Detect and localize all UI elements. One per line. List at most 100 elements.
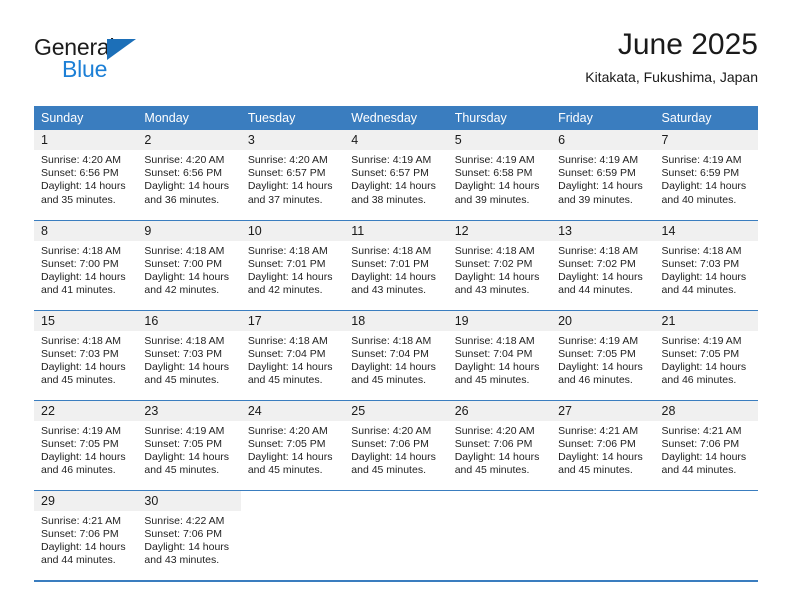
day-details: Sunrise: 4:18 AM Sunset: 7:04 PM Daylight:… [241,331,344,388]
day-cell-inner: 24 Sunrise: 4:20 AM Sunset: 7:05 PM Dayligh… [240,400,345,490]
calendar-day-cell[interactable]: 29 Sunrise: 4:21 AM Sunset: 7:06 PM Dayligh… [34,489,138,580]
calendar-day-cell[interactable]: 13 Sunrise: 4:18 AM Sunset: 7:02 PM Dayligh… [551,219,655,310]
calendar-day-cell[interactable]: 8 Sunrise: 4:18 AM Sunset: 7:00 PM Daylight… [34,219,138,310]
day-details [551,511,654,515]
day-detail-daylight-line2: and 45 minutes. [144,374,220,387]
day-details: Sunrise: 4:19 AM Sunset: 7:05 PM Daylight:… [137,421,240,478]
day-cell-inner: 17 Sunrise: 4:18 AM Sunset: 7:04 PM Dayligh… [240,310,345,400]
day-number: 25 [344,400,448,421]
day-detail-daylight-line2: and 46 minutes. [41,464,116,477]
day-detail-daylight-line1: Daylight: 14 hours [41,540,126,553]
day-number: 20 [551,310,655,331]
day-number: 24 [240,400,345,421]
day-number: 12 [447,220,552,241]
calendar-day-cell[interactable]: 28 Sunrise: 4:21 AM Sunset: 7:06 PM Dayligh… [654,399,758,490]
day-detail-daylight-line1: Daylight: 14 hours [661,180,747,193]
day-detail-sunrise: Sunrise: 4:18 AM [144,244,225,257]
calendar-day-cell[interactable]: 10 Sunrise: 4:18 AM Sunset: 7:01 PM Dayligh… [240,219,345,310]
day-cell-inner: 11 Sunrise: 4:18 AM Sunset: 7:01 PM Dayligh… [344,220,448,310]
day-cell-inner: 7 Sunrise: 4:19 AM Sunset: 6:59 PM Daylight… [654,130,758,220]
calendar-day-cell[interactable]: 26 Sunrise: 4:20 AM Sunset: 7:06 PM Dayligh… [447,399,552,490]
calendar-day-cell[interactable]: 9 Sunrise: 4:18 AM Sunset: 7:00 PM Daylight… [137,219,241,310]
day-detail-sunrise: Sunrise: 4:19 AM [661,334,742,347]
day-details: Sunrise: 4:18 AM Sunset: 7:01 PM Daylight:… [344,241,447,298]
day-details: Sunrise: 4:19 AM Sunset: 6:59 PM Daylight:… [551,150,654,207]
day-detail-daylight-line2: and 45 minutes. [351,374,426,387]
day-detail-daylight-line1: Daylight: 14 hours [144,180,230,193]
day-detail-daylight-line1: Daylight: 14 hours [41,450,126,463]
calendar-day-cell[interactable]: 6 Sunrise: 4:19 AM Sunset: 6:59 PM Daylight… [551,130,655,220]
day-detail-sunrise: Sunrise: 4:18 AM [454,244,535,257]
calendar-day-cell[interactable]: 18 Sunrise: 4:18 AM Sunset: 7:04 PM Dayligh… [344,309,448,400]
calendar-day-cell[interactable]: 27 Sunrise: 4:21 AM Sunset: 7:06 PM Dayligh… [551,399,655,490]
day-cell-inner: 12 Sunrise: 4:18 AM Sunset: 7:02 PM Dayligh… [447,220,552,310]
day-details: Sunrise: 4:20 AM Sunset: 6:56 PM Daylight:… [137,150,240,207]
day-cell-inner: 10 Sunrise: 4:18 AM Sunset: 7:01 PM Dayligh… [240,220,345,310]
day-detail-daylight-line2: and 44 minutes. [41,554,116,567]
calendar-week-row: 15 Sunrise: 4:18 AM Sunset: 7:03 PM Dayligh… [34,309,758,400]
calendar-day-cell[interactable]: 4 Sunrise: 4:19 AM Sunset: 6:57 PM Daylight… [344,130,448,220]
calendar-day-cell[interactable]: 25 Sunrise: 4:20 AM Sunset: 7:06 PM Dayligh… [344,399,448,490]
calendar-day-cell[interactable]: 11 Sunrise: 4:18 AM Sunset: 7:01 PM Dayligh… [344,219,448,310]
day-detail-daylight-line1: Daylight: 14 hours [558,450,643,463]
day-number: 21 [654,310,758,331]
day-number: 7 [654,130,758,150]
day-details: Sunrise: 4:20 AM Sunset: 7:06 PM Daylight:… [448,421,551,478]
calendar-day-cell[interactable]: 3 Sunrise: 4:20 AM Sunset: 6:57 PM Daylight… [240,130,345,220]
calendar-week-row: 29 Sunrise: 4:21 AM Sunset: 7:06 PM Dayligh… [34,489,758,581]
day-detail-sunset: Sunset: 7:03 PM [144,347,223,360]
calendar-day-cell[interactable]: 22 Sunrise: 4:19 AM Sunset: 7:05 PM Dayligh… [34,399,138,490]
day-details: Sunrise: 4:18 AM Sunset: 7:00 PM Daylight:… [137,241,240,298]
day-detail-daylight-line1: Daylight: 14 hours [41,270,126,283]
day-detail-daylight-line2: and 44 minutes. [661,284,737,297]
calendar-day-cell[interactable]: 30 Sunrise: 4:22 AM Sunset: 7:06 PM Dayligh… [137,489,241,580]
calendar-day-cell[interactable]: 20 Sunrise: 4:19 AM Sunset: 7:05 PM Dayligh… [551,309,655,400]
day-cell-inner: 1 Sunrise: 4:20 AM Sunset: 6:56 PM Daylight… [34,130,138,220]
day-detail-daylight-line1: Daylight: 14 hours [558,360,643,373]
day-detail-daylight-line1: Daylight: 14 hours [144,270,230,283]
calendar-day-cell[interactable]: 19 Sunrise: 4:18 AM Sunset: 7:04 PM Dayligh… [447,309,552,400]
calendar-day-cell[interactable]: 17 Sunrise: 4:18 AM Sunset: 7:04 PM Dayligh… [240,309,345,400]
calendar-day-cell[interactable]: 23 Sunrise: 4:19 AM Sunset: 7:05 PM Dayligh… [137,399,241,490]
calendar-day-cell[interactable]: 24 Sunrise: 4:20 AM Sunset: 7:05 PM Dayligh… [240,399,345,490]
day-number: 4 [344,130,448,150]
day-cell-inner: 8 Sunrise: 4:18 AM Sunset: 7:00 PM Daylight… [34,220,138,310]
day-detail-sunrise: Sunrise: 4:18 AM [351,244,432,257]
day-detail-daylight-line2: and 39 minutes. [454,193,530,206]
day-number: 2 [137,130,241,150]
day-detail-daylight-line1: Daylight: 14 hours [661,270,747,283]
day-detail-daylight-line1: Daylight: 14 hours [351,270,436,283]
calendar-day-cell[interactable]: 5 Sunrise: 4:19 AM Sunset: 6:58 PM Daylight… [447,130,552,220]
day-details: Sunrise: 4:19 AM Sunset: 6:58 PM Daylight:… [448,150,551,207]
day-cell-inner [344,491,447,581]
day-detail-sunrise: Sunrise: 4:19 AM [454,154,535,166]
day-cell-inner: 3 Sunrise: 4:20 AM Sunset: 6:57 PM Daylight… [240,130,345,220]
calendar-day-cell[interactable]: 1 Sunrise: 4:20 AM Sunset: 6:56 PM Daylight… [34,130,138,220]
calendar-day-cell[interactable]: 14 Sunrise: 4:18 AM Sunset: 7:03 PM Dayligh… [654,219,758,310]
day-detail-sunrise: Sunrise: 4:18 AM [144,334,225,347]
day-details [241,511,344,515]
day-detail-sunrise: Sunrise: 4:21 AM [661,424,742,437]
day-cell-inner: 20 Sunrise: 4:19 AM Sunset: 7:05 PM Dayligh… [551,310,655,400]
day-detail-sunset: Sunset: 7:03 PM [661,257,740,270]
page-subtitle: Kitakata, Fukushima, Japan [585,69,758,85]
day-details: Sunrise: 4:18 AM Sunset: 7:01 PM Daylight:… [241,241,344,298]
day-cell-inner: 22 Sunrise: 4:19 AM Sunset: 7:05 PM Dayligh… [34,400,138,490]
day-detail-daylight-line1: Daylight: 14 hours [41,360,126,373]
day-number: 30 [137,490,241,511]
day-detail-sunrise: Sunrise: 4:20 AM [247,154,328,166]
calendar-day-cell[interactable]: 2 Sunrise: 4:20 AM Sunset: 6:56 PM Daylight… [137,130,241,220]
calendar-day-cell[interactable]: 16 Sunrise: 4:18 AM Sunset: 7:03 PM Dayligh… [137,309,241,400]
calendar-day-cell[interactable]: 15 Sunrise: 4:18 AM Sunset: 7:03 PM Dayligh… [34,309,138,400]
calendar-day-cell[interactable]: 7 Sunrise: 4:19 AM Sunset: 6:59 PM Daylight… [654,130,758,220]
day-details: Sunrise: 4:19 AM Sunset: 7:05 PM Daylight:… [34,421,137,478]
day-detail-sunset: Sunset: 7:06 PM [144,527,223,540]
day-detail-sunrise: Sunrise: 4:20 AM [351,424,432,437]
day-detail-sunset: Sunset: 7:04 PM [247,347,326,360]
day-detail-sunset: Sunset: 6:57 PM [247,167,326,180]
calendar-day-cell[interactable]: 12 Sunrise: 4:18 AM Sunset: 7:02 PM Dayligh… [447,219,552,310]
day-cell-inner: 19 Sunrise: 4:18 AM Sunset: 7:04 PM Dayligh… [447,310,552,400]
calendar-day-cell[interactable]: 21 Sunrise: 4:19 AM Sunset: 7:05 PM Dayligh… [654,309,758,400]
weekday-header-friday: Friday [551,106,655,130]
day-detail-daylight-line2: and 45 minutes. [454,464,530,477]
